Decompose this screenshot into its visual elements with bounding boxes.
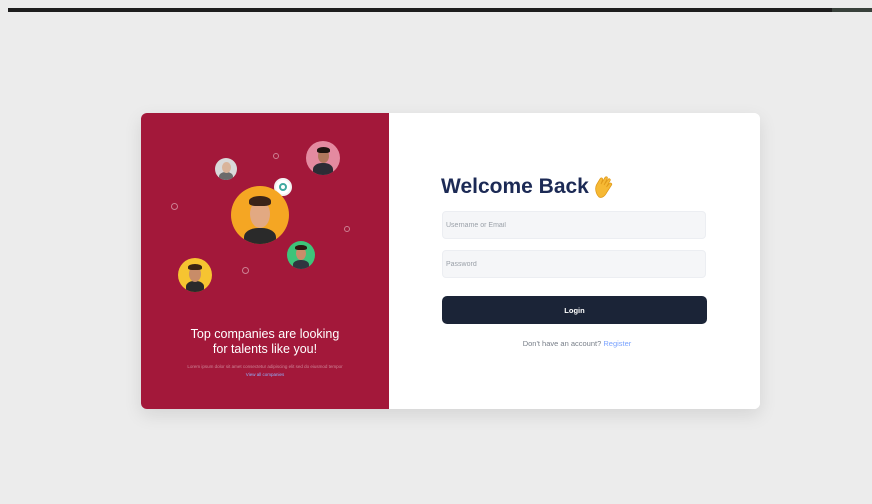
register-prompt: Don't have an account? Register (389, 339, 760, 348)
promo-tagline-line2: for talents like you! (212, 342, 318, 356)
login-card: Top companies are looking for talents li… (141, 113, 760, 409)
no-account-text: Don't have an account? (522, 339, 602, 348)
promo-subtext-body: Lorem ipsum dolor sit amet consectetur a… (187, 364, 343, 369)
avatar-small-grey (215, 158, 237, 180)
avatar-green (287, 241, 315, 269)
decor-ring (344, 226, 350, 232)
avatar-main (231, 186, 289, 244)
login-form-panel: Welcome Back Login Don't have an account… (389, 113, 760, 409)
promo-subtext-link[interactable]: View all companies (246, 372, 284, 377)
page-title: Welcome Back (441, 175, 615, 199)
welcome-title-text: Welcome Back (441, 175, 589, 198)
promo-tagline: Top companies are looking for talents li… (141, 327, 389, 357)
avatar-yellow (178, 258, 212, 292)
promo-tagline-line1: Top companies are looking (190, 327, 340, 341)
promo-panel: Top companies are looking for talents li… (141, 113, 389, 409)
browser-top-bar-edge (832, 8, 872, 12)
decor-ring (171, 203, 178, 210)
password-input[interactable] (442, 250, 706, 278)
wave-hand-icon (593, 175, 615, 199)
avatar-pink (306, 141, 340, 175)
login-button[interactable]: Login (442, 296, 707, 324)
browser-top-bar (8, 8, 872, 12)
promo-subtext: Lorem ipsum dolor sit amet consectetur a… (141, 363, 389, 379)
username-input[interactable] (442, 211, 706, 239)
register-link[interactable]: Register (603, 339, 631, 348)
decor-ring (242, 267, 249, 274)
decor-ring (273, 153, 279, 159)
